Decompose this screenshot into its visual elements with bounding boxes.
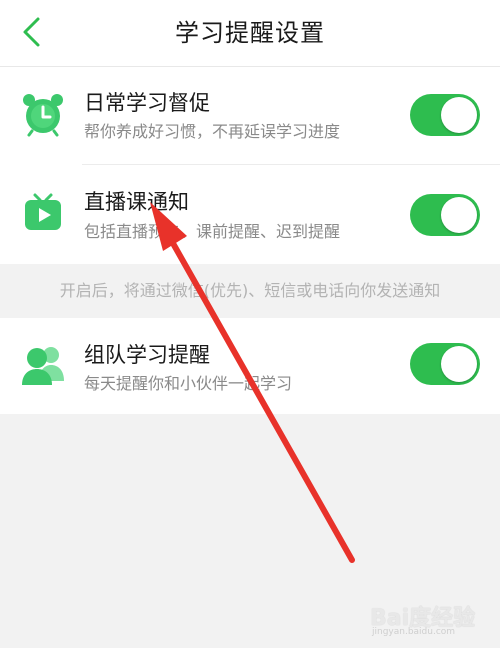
alarm-clock-icon: [20, 91, 66, 137]
setting-row-daily-study: 日常学习督促 帮你养成好习惯，不再延误学习进度: [0, 67, 500, 165]
setting-row-live-class: 直播课通知 包括直播预告、课前提醒、迟到提醒: [0, 165, 500, 264]
setting-subtitle: 包括直播预告、课前提醒、迟到提醒: [84, 222, 341, 241]
group-users-icon: [20, 343, 66, 389]
settings-group-team: 组队学习提醒 每天提醒你和小伙伴一起学习: [0, 318, 500, 414]
live-class-toggle[interactable]: [410, 194, 480, 236]
toggle-knob: [441, 197, 477, 233]
page-title: 学习提醒设置: [175, 19, 325, 47]
daily-study-toggle[interactable]: [410, 94, 480, 136]
setting-subtitle: 每天提醒你和小伙伴一起学习: [84, 374, 293, 393]
settings-group-live: 日常学习督促 帮你养成好习惯，不再延误学习进度 直播课通知 包括直播预告、课前提…: [0, 67, 500, 264]
setting-title: 组队学习提醒: [84, 343, 210, 367]
team-study-toggle[interactable]: [410, 343, 480, 385]
setting-subtitle: 帮你养成好习惯，不再延误学习进度: [84, 122, 341, 141]
watermark-url: jingyan.baidu.com: [372, 627, 456, 637]
toggle-knob: [441, 97, 477, 133]
settings-screen: 学习提醒设置 日常学习督促 帮你养成好习惯，不再延误学习进度 直播课通知 包括直…: [0, 0, 500, 648]
setting-row-team-study: 组队学习提醒 每天提醒你和小伙伴一起学习: [0, 318, 500, 414]
toggle-knob: [441, 346, 477, 382]
baidu-jingyan-watermark: Bai度经验 jingyan.baidu.com: [370, 600, 488, 640]
tv-play-icon: [20, 191, 66, 237]
setting-title: 直播课通知: [84, 190, 189, 214]
notification-hint: 开启后，将通过微信(优先)、短信或电话向你发送通知: [59, 281, 441, 300]
nav-header: 学习提醒设置: [0, 0, 500, 67]
setting-title: 日常学习督促: [84, 91, 210, 115]
